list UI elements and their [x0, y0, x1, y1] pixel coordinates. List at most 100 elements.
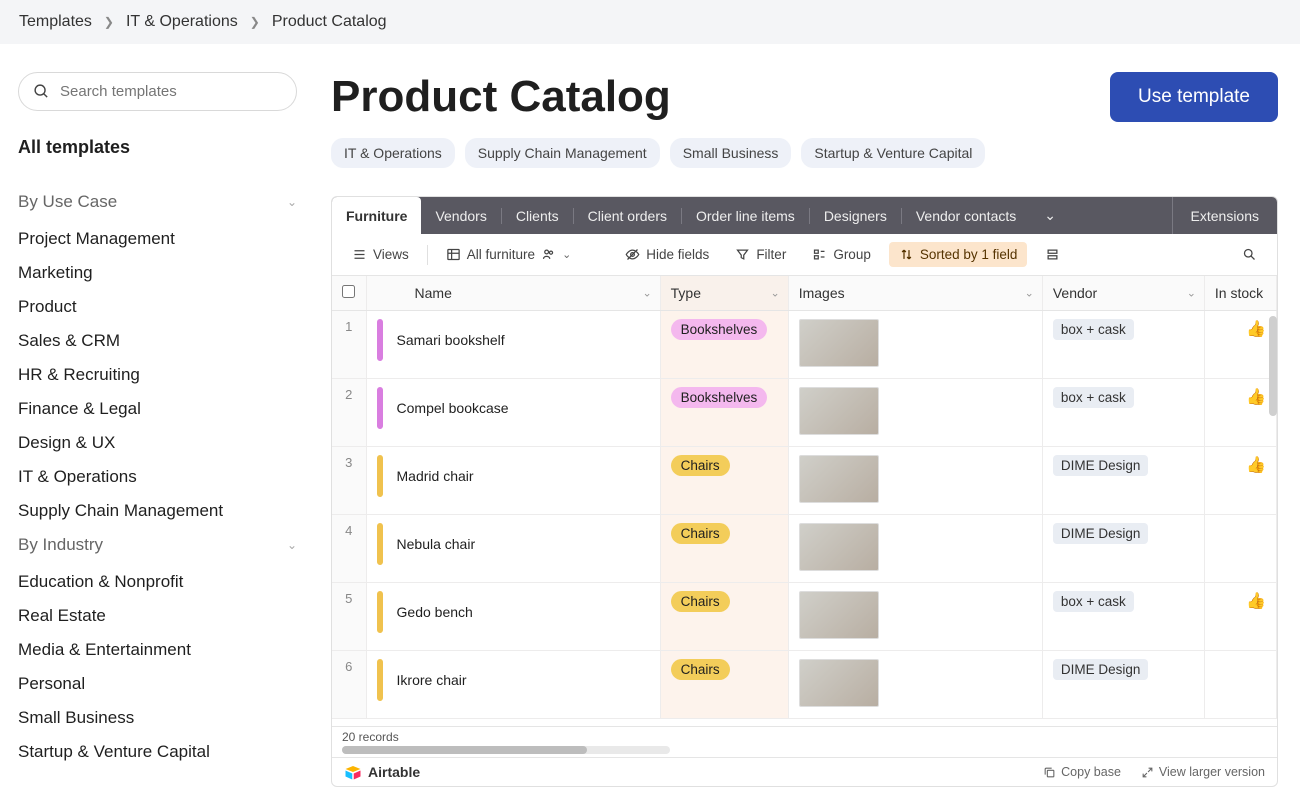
grid-view[interactable]: Name⌄ Type⌄ Images⌄ Vendor⌄ In stock 1Sa… [332, 276, 1277, 726]
table-row[interactable]: 2Compel bookcaseBookshelvesbox + cask👍 [332, 379, 1277, 447]
cell-images[interactable] [788, 447, 1042, 515]
column-header-vendor[interactable]: Vendor⌄ [1042, 276, 1204, 311]
image-thumbnail[interactable] [799, 659, 879, 707]
use-template-button[interactable]: Use template [1110, 72, 1278, 122]
airtable-logo[interactable]: Airtable [344, 764, 420, 780]
sidebar-item[interactable]: Marketing [18, 256, 297, 290]
image-thumbnail[interactable] [799, 591, 879, 639]
sidebar-item[interactable]: Personal [18, 667, 297, 701]
column-header-in-stock[interactable]: In stock [1204, 276, 1276, 311]
cell-type[interactable]: Bookshelves [660, 311, 788, 379]
sidebar-item[interactable]: Education & Nonprofit [18, 565, 297, 599]
select-all-header[interactable] [332, 276, 366, 311]
table-row[interactable]: 6Ikrore chairChairsDIME Design [332, 651, 1277, 719]
table-tab[interactable]: Vendor contacts [902, 197, 1030, 234]
row-height-button[interactable] [1037, 242, 1068, 267]
select-all-checkbox[interactable] [342, 285, 355, 298]
table-row[interactable]: 4Nebula chairChairsDIME Design [332, 515, 1277, 583]
table-tab[interactable]: Order line items [682, 197, 809, 234]
cell-in-stock[interactable] [1204, 515, 1276, 583]
image-thumbnail[interactable] [799, 387, 879, 435]
cell-type[interactable]: Chairs [660, 515, 788, 583]
cell-in-stock[interactable]: 👍 [1204, 379, 1276, 447]
view-switcher[interactable]: All furniture ⌄ [438, 242, 580, 267]
search-records-button[interactable] [1234, 242, 1265, 267]
breadcrumb-page[interactable]: Product Catalog [272, 13, 387, 31]
sidebar-item[interactable]: Small Business [18, 701, 297, 735]
cell-type[interactable]: Chairs [660, 651, 788, 719]
all-templates-link[interactable]: All templates [18, 137, 297, 158]
use-case-header[interactable]: By Use Case ⌄ [18, 186, 297, 218]
industry-header[interactable]: By Industry ⌄ [18, 529, 297, 561]
table-tab[interactable]: Designers [810, 197, 901, 234]
extensions-button[interactable]: Extensions [1172, 197, 1277, 234]
sidebar-item[interactable]: Sales & CRM [18, 324, 297, 358]
view-larger-button[interactable]: View larger version [1141, 765, 1265, 779]
cell-name[interactable]: Samari bookshelf [366, 311, 660, 379]
column-header-name[interactable]: Name⌄ [366, 276, 660, 311]
cell-type[interactable]: Chairs [660, 583, 788, 651]
cell-images[interactable] [788, 515, 1042, 583]
cell-type[interactable]: Bookshelves [660, 379, 788, 447]
sidebar-item[interactable]: Finance & Legal [18, 392, 297, 426]
cell-in-stock[interactable]: 👍 [1204, 311, 1276, 379]
table-row[interactable]: 5Gedo benchChairsbox + cask👍 [332, 583, 1277, 651]
sidebar-item[interactable]: Project Management [18, 222, 297, 256]
sidebar-item[interactable]: Media & Entertainment [18, 633, 297, 667]
filter-button[interactable]: Filter [727, 242, 794, 267]
more-tabs-button[interactable]: ⌄ [1030, 197, 1070, 234]
search-box[interactable] [18, 72, 297, 111]
cell-images[interactable] [788, 379, 1042, 447]
template-tag[interactable]: IT & Operations [331, 138, 455, 168]
vertical-scrollbar[interactable] [1269, 316, 1277, 416]
sidebar-item[interactable]: Product [18, 290, 297, 324]
horizontal-scrollbar[interactable] [342, 746, 670, 754]
search-input[interactable] [60, 83, 282, 100]
cell-vendor[interactable]: DIME Design [1042, 651, 1204, 719]
template-tag[interactable]: Supply Chain Management [465, 138, 660, 168]
group-button[interactable]: Group [804, 242, 879, 267]
cell-vendor[interactable]: box + cask [1042, 583, 1204, 651]
cell-vendor[interactable]: DIME Design [1042, 447, 1204, 515]
cell-vendor[interactable]: DIME Design [1042, 515, 1204, 583]
breadcrumb-category[interactable]: IT & Operations [126, 13, 238, 31]
cell-images[interactable] [788, 583, 1042, 651]
sidebar-item[interactable]: Supply Chain Management [18, 494, 297, 528]
cell-images[interactable] [788, 311, 1042, 379]
copy-base-button[interactable]: Copy base [1043, 765, 1121, 779]
table-tab[interactable]: Vendors [421, 197, 500, 234]
image-thumbnail[interactable] [799, 523, 879, 571]
views-button[interactable]: Views [344, 242, 417, 267]
table-row[interactable]: 1Samari bookshelfBookshelvesbox + cask👍 [332, 311, 1277, 379]
breadcrumb-templates[interactable]: Templates [19, 13, 92, 31]
cell-in-stock[interactable] [1204, 651, 1276, 719]
column-header-images[interactable]: Images⌄ [788, 276, 1042, 311]
sort-button[interactable]: Sorted by 1 field [889, 242, 1028, 267]
cell-images[interactable] [788, 651, 1042, 719]
image-thumbnail[interactable] [799, 455, 879, 503]
cell-in-stock[interactable]: 👍 [1204, 583, 1276, 651]
cell-vendor[interactable]: box + cask [1042, 379, 1204, 447]
template-tag[interactable]: Small Business [670, 138, 792, 168]
cell-in-stock[interactable]: 👍 [1204, 447, 1276, 515]
hide-fields-button[interactable]: Hide fields [617, 242, 717, 267]
image-thumbnail[interactable] [799, 319, 879, 367]
cell-name[interactable]: Gedo bench [366, 583, 660, 651]
sidebar-item[interactable]: IT & Operations [18, 460, 297, 494]
table-tab[interactable]: Furniture [332, 197, 421, 234]
column-header-type[interactable]: Type⌄ [660, 276, 788, 311]
cell-name[interactable]: Compel bookcase [366, 379, 660, 447]
sidebar-item[interactable]: Design & UX [18, 426, 297, 460]
table-row[interactable]: 3Madrid chairChairsDIME Design👍 [332, 447, 1277, 515]
template-tag[interactable]: Startup & Venture Capital [801, 138, 985, 168]
table-tab[interactable]: Clients [502, 197, 573, 234]
cell-type[interactable]: Chairs [660, 447, 788, 515]
cell-name[interactable]: Madrid chair [366, 447, 660, 515]
cell-name[interactable]: Ikrore chair [366, 651, 660, 719]
sidebar-item[interactable]: Real Estate [18, 599, 297, 633]
sidebar-item[interactable]: HR & Recruiting [18, 358, 297, 392]
table-tab[interactable]: Client orders [574, 197, 681, 234]
cell-name[interactable]: Nebula chair [366, 515, 660, 583]
sidebar-item[interactable]: Startup & Venture Capital [18, 735, 297, 769]
cell-vendor[interactable]: box + cask [1042, 311, 1204, 379]
